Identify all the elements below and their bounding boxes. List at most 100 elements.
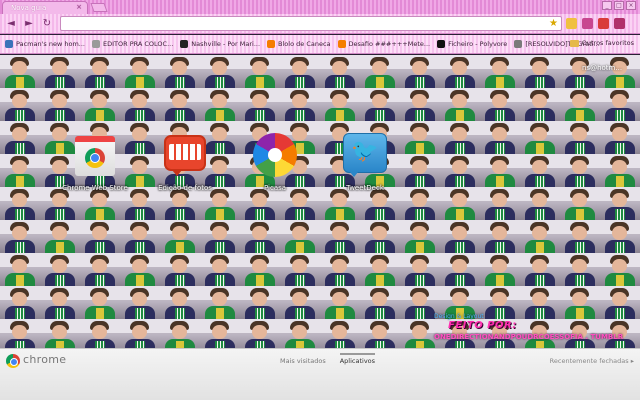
background-photo-tile <box>0 286 40 319</box>
background-photo-tile <box>520 121 560 154</box>
background-photo-tile <box>120 88 160 121</box>
tab-strip: Nova guia × _ □ × <box>0 0 640 14</box>
polyvore-icon <box>437 40 446 48</box>
background-photo-tile <box>600 286 640 319</box>
background-photo-tile <box>520 154 560 187</box>
background-photo-tile <box>80 253 120 286</box>
tab-apps[interactable]: Aplicativos <box>339 353 376 365</box>
background-photo-tile <box>240 220 280 253</box>
background-photo-tile <box>320 319 360 348</box>
bookmark-item[interactable]: EDITOR PRA COLOC... <box>92 38 173 51</box>
omnibox[interactable]: ★ <box>60 16 562 31</box>
reload-button[interactable]: ↻ <box>40 17 54 31</box>
chrome-web-store-icon <box>72 132 118 178</box>
background-photo-tile <box>0 253 40 286</box>
bookmark-label: Desafio ###+++Mete... <box>348 40 431 48</box>
background-photo-tile <box>440 121 480 154</box>
background-photo-tile <box>80 286 120 319</box>
background-photo-tile <box>400 220 440 253</box>
background-photo-tile <box>360 55 400 88</box>
new-tab-button[interactable] <box>90 3 108 12</box>
extension-square-icon[interactable] <box>566 18 577 29</box>
background-photo-tile <box>240 55 280 88</box>
app-label: Edição de fotos <box>158 184 212 192</box>
extension-puzzle-icon[interactable] <box>582 18 593 29</box>
blogger-icon <box>267 40 276 48</box>
background-photo-tile <box>360 253 400 286</box>
background-photo-tile <box>200 253 240 286</box>
background-photo-tile <box>560 220 600 253</box>
background-photo-tile <box>360 286 400 319</box>
email-text: ns@hotm... <box>582 64 623 72</box>
background-photo-tile <box>0 88 40 121</box>
folder-icon <box>569 39 579 47</box>
app-label: TweetDeck <box>346 184 384 192</box>
background-photo-tile <box>160 286 200 319</box>
bookmark-item[interactable]: Pacman's new hom... <box>5 38 85 51</box>
background-photo-tile <box>440 55 480 88</box>
back-button[interactable]: ◄ <box>4 17 18 31</box>
background-photo-tile <box>0 319 40 348</box>
ntp-footer: chrome Mais visitados Aplicativos Recent… <box>0 348 640 400</box>
background-photo-tile <box>480 286 520 319</box>
background-photo-tile <box>200 220 240 253</box>
minimize-button[interactable]: _ <box>602 1 612 10</box>
address-input[interactable] <box>65 17 535 30</box>
background-photo-tile <box>520 286 560 319</box>
blogger-icon <box>337 40 346 48</box>
background-photo-tile <box>120 253 160 286</box>
background-photo-tile <box>320 88 360 121</box>
bookmark-item[interactable]: Desafio ###+++Mete... <box>337 38 431 51</box>
bookmark-item[interactable]: Nashville - Por Mari... <box>180 38 260 51</box>
background-photo-tile <box>400 154 440 187</box>
app-chrome-web-store[interactable]: Chrome Web Store <box>56 132 134 192</box>
background-photo-tile <box>0 154 40 187</box>
other-bookmarks[interactable]: Outros favoritos <box>569 39 634 47</box>
background-photo-tile <box>240 286 280 319</box>
background-photo-tile <box>0 121 40 154</box>
background-photo-tile <box>440 253 480 286</box>
maximize-button[interactable]: □ <box>614 1 624 10</box>
app-tweetdeck[interactable]: 🐦 TweetDeck <box>326 132 404 192</box>
tab-new-tab[interactable]: Nova guia × <box>2 1 88 14</box>
wrench-menu-icon[interactable] <box>614 18 625 29</box>
close-window-button[interactable]: × <box>626 1 636 10</box>
app-picasa[interactable]: Picasa <box>236 132 314 192</box>
recently-closed-menu[interactable]: Recentemente fechadas ▸ <box>550 357 634 365</box>
background-photo-tile <box>40 220 80 253</box>
tab-close-icon[interactable]: × <box>76 3 82 11</box>
forward-button[interactable]: ► <box>22 17 36 31</box>
background-photo-tile <box>80 220 120 253</box>
tab-most-visited[interactable]: Mais visitados <box>280 353 326 365</box>
background-photo-tile <box>400 253 440 286</box>
background-photo-tile <box>600 220 640 253</box>
background-photo-tile <box>520 253 560 286</box>
background-photo-tile <box>560 88 600 121</box>
bookmark-item[interactable]: Blolo de Caneca <box>267 38 331 51</box>
background-photo-tile <box>120 319 160 348</box>
background-photo-tile <box>440 220 480 253</box>
background-photo-tile <box>600 154 640 187</box>
background-photo-tile <box>240 253 280 286</box>
credit-url: ONEDIRECTIONANDPOUDRCOESSOFIA . TUMBLR <box>434 333 624 341</box>
ntp-section-tabs: Mais visitados Aplicativos <box>280 353 376 365</box>
bookmark-label: EDITOR PRA COLOC... <box>103 40 174 48</box>
bookmark-label: Blolo de Caneca <box>278 40 331 48</box>
bookmarks-bar: Pacman's new hom... EDITOR PRA COLOC... Na… <box>0 35 640 54</box>
background-photo-tile <box>560 286 600 319</box>
globe-icon <box>5 40 13 48</box>
background-photo-tile <box>400 55 440 88</box>
background-photo-tile <box>440 154 480 187</box>
background-photo-tile <box>280 286 320 319</box>
chrome-logo-icon <box>6 354 20 368</box>
app-photo-editor[interactable]: Edição de fotos <box>146 132 224 192</box>
background-photo-tile <box>600 187 640 220</box>
bookmark-star-icon[interactable]: ★ <box>549 17 558 30</box>
bookmark-item[interactable]: Ficheiro - Polyvore <box>437 38 507 51</box>
extension-page-icon[interactable] <box>598 18 609 29</box>
background-photo-tile <box>600 121 640 154</box>
background-photo-tile <box>440 88 480 121</box>
toolbar: ◄ ► ↻ ★ <box>0 14 640 34</box>
window-controls: _ □ × <box>602 1 636 10</box>
background-photo-tile <box>480 187 520 220</box>
